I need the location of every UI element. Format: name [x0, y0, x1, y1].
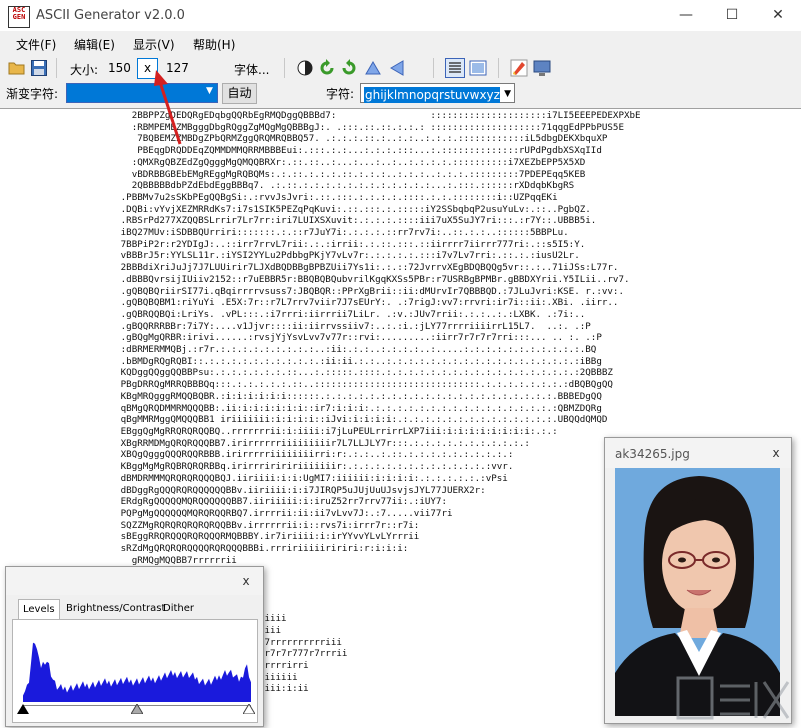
image-panel-titlebar: ak34265.jpg x — [605, 438, 791, 468]
black-point-handle[interactable] — [17, 704, 29, 714]
menu-edit[interactable]: 编辑(E) — [74, 36, 115, 53]
midtone-handle[interactable] — [131, 704, 143, 714]
toolbar-separator — [284, 58, 285, 78]
chevron-down-icon[interactable]: ▼ — [206, 86, 213, 96]
toolbar-separator — [498, 58, 499, 78]
levels-tab-content — [12, 619, 258, 723]
flip-vertical-icon[interactable] — [364, 59, 382, 77]
menu-file[interactable]: 文件(F) — [16, 36, 56, 53]
maximize-button[interactable]: ☐ — [709, 0, 755, 31]
menu-bar: 文件(F) 编辑(E) 显示(V) 帮助(H) — [0, 31, 801, 55]
chars-combo[interactable]: ghijklmnopqrstuvwxyz$ ▼ — [360, 83, 515, 103]
gradient-chars-label: 渐变字符: — [6, 87, 59, 101]
levels-panel-titlebar: x — [6, 567, 263, 595]
toolbar-main: 大小: 150 x 127 字体... — [0, 55, 801, 81]
chevron-down-icon[interactable]: ▼ — [504, 84, 511, 104]
chars-label: 字符: — [326, 87, 355, 101]
font-button[interactable]: 字体... — [234, 61, 269, 78]
white-point-handle[interactable] — [243, 704, 255, 714]
auto-button[interactable]: 自动 — [222, 83, 257, 104]
levels-panel: x Levels Brightness/Contrast Dither — [5, 566, 264, 727]
monitor-icon[interactable] — [533, 59, 551, 77]
width-input[interactable]: 150 — [108, 61, 131, 75]
toolbar-separator — [433, 58, 434, 78]
title-bar: ASC GEN ASCII Generator v2.0.0 — ☐ ✕ — [0, 0, 801, 31]
tab-dither[interactable]: Dither — [159, 599, 198, 619]
size-label: 大小: — [70, 63, 99, 77]
tab-levels[interactable]: Levels — [18, 599, 60, 620]
text-view-icon[interactable] — [445, 58, 465, 78]
watermark-logo — [676, 676, 790, 720]
image-panel-title: ak34265.jpg — [615, 447, 690, 461]
histogram — [23, 642, 251, 702]
menu-help[interactable]: 帮助(H) — [193, 36, 235, 53]
tab-brightness-contrast[interactable]: Brightness/Contrast — [62, 599, 169, 619]
rotate-left-icon[interactable] — [318, 59, 336, 77]
levels-tabs: Levels Brightness/Contrast Dither — [12, 599, 256, 620]
annotation-arrow — [154, 70, 182, 145]
window-title: ASCII Generator v2.0.0 — [36, 8, 185, 23]
toolbar-chars: 渐变字符: ▼ 自动 字符: ghijklmnopqrstuvwxyz$ ▼ — [0, 81, 801, 108]
app-logo: ASC GEN — [8, 6, 30, 28]
levels-close-button[interactable]: x — [237, 573, 255, 591]
open-folder-icon[interactable] — [8, 59, 26, 77]
toolbar-separator — [56, 58, 57, 78]
image-view-icon[interactable] — [469, 59, 487, 77]
menu-view[interactable]: 显示(V) — [133, 36, 175, 53]
invert-icon[interactable] — [296, 59, 314, 77]
close-button[interactable]: ✕ — [755, 0, 801, 31]
histogram-area — [23, 642, 251, 702]
color-palette-icon[interactable] — [510, 59, 528, 77]
flip-horizontal-icon[interactable] — [388, 59, 406, 77]
rotate-right-icon[interactable] — [340, 59, 358, 77]
image-close-button[interactable]: x — [767, 445, 785, 463]
gradient-chars-input[interactable] — [66, 83, 218, 103]
minimize-button[interactable]: — — [663, 0, 709, 31]
chars-value: ghijklmnopqrstuvwxyz$ — [364, 86, 500, 103]
save-icon[interactable] — [30, 59, 48, 77]
